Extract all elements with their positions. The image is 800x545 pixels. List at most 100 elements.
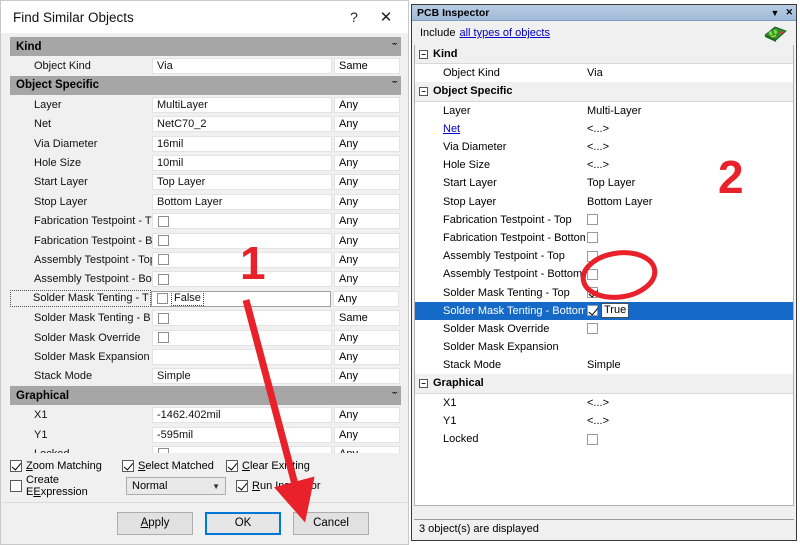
- property-value[interactable]: False: [151, 290, 331, 307]
- checkbox-glyph[interactable]: [587, 268, 598, 280]
- property-value[interactable]: Simple: [152, 368, 332, 385]
- inspector-property-row[interactable]: Layer Multi-Layer: [415, 101, 793, 120]
- match-mode-cell[interactable]: Any: [334, 445, 400, 453]
- property-value[interactable]: 16mil: [152, 135, 332, 152]
- inspector-property-row[interactable]: Y1 <...>: [415, 411, 793, 430]
- checkbox-glyph[interactable]: [158, 332, 169, 344]
- inspector-property-row[interactable]: Stop Layer Bottom Layer: [415, 192, 793, 211]
- checkbox-glyph[interactable]: [587, 433, 598, 445]
- include-filter-link[interactable]: all types of objects: [459, 27, 550, 39]
- property-row[interactable]: Solder Mask Tenting - B Same: [10, 308, 401, 327]
- inspector-property-row[interactable]: Object Kind Via: [415, 64, 793, 83]
- property-row[interactable]: Solder Mask Override Any: [10, 328, 401, 347]
- match-mode-cell[interactable]: Any: [334, 135, 400, 152]
- collapse-chevron-icon[interactable]: ˇˇ: [392, 42, 397, 52]
- property-row[interactable]: Layer MultiLayer Any: [10, 95, 401, 114]
- property-row[interactable]: Stop Layer Bottom Layer Any: [10, 192, 401, 211]
- inspector-property-value[interactable]: Bottom Layer: [585, 196, 793, 208]
- property-value[interactable]: Top Layer: [152, 174, 332, 191]
- expand-collapse-icon[interactable]: −: [419, 378, 428, 388]
- property-row[interactable]: X1 -1462.402mil Any: [10, 405, 401, 424]
- inspector-group-header[interactable]: − Kind: [415, 45, 793, 65]
- inspector-property-value[interactable]: [585, 214, 793, 226]
- inspector-property-value[interactable]: <...>: [585, 397, 793, 409]
- checkbox-glyph[interactable]: [587, 287, 598, 299]
- property-row[interactable]: Solder Mask Tenting - T False Any: [10, 289, 401, 308]
- inspector-property-row[interactable]: Fabrication Testpoint - Top: [415, 210, 793, 229]
- property-value[interactable]: [152, 348, 332, 365]
- checkbox-glyph[interactable]: [158, 215, 169, 227]
- match-mode-cell[interactable]: Any: [334, 407, 400, 424]
- run-inspector-checkbox[interactable]: Run Inspector: [236, 480, 321, 492]
- match-mode-cell[interactable]: Any: [334, 96, 400, 113]
- inspector-property-value[interactable]: [585, 433, 793, 445]
- expand-collapse-icon[interactable]: −: [419, 86, 428, 96]
- net-link[interactable]: Net: [443, 123, 460, 135]
- inline-edit-value[interactable]: True: [600, 303, 630, 319]
- checkbox-glyph[interactable]: [587, 250, 598, 262]
- create-expression-checkbox[interactable]: Create EExpression: [10, 474, 122, 498]
- inspector-group-header[interactable]: − Graphical: [415, 374, 793, 394]
- property-value[interactable]: MultiLayer: [152, 96, 332, 113]
- checkbox-glyph[interactable]: [158, 448, 169, 453]
- match-mode-cell[interactable]: Any: [333, 290, 399, 307]
- cancel-button[interactable]: Cancel: [293, 511, 369, 535]
- property-value[interactable]: [152, 445, 332, 453]
- inspector-group-header[interactable]: − Object Specific: [415, 82, 793, 102]
- inspector-property-value[interactable]: <...>: [585, 415, 793, 427]
- apply-button[interactable]: Apply: [117, 511, 193, 535]
- select-matched-checkbox[interactable]: Select Matched: [122, 460, 226, 472]
- close-icon[interactable]: ✕: [785, 7, 793, 18]
- zoom-matching-checkbox[interactable]: Zoom Matching: [10, 460, 122, 472]
- property-value[interactable]: [152, 232, 332, 249]
- inspector-property-row[interactable]: Assembly Testpoint - Top: [415, 247, 793, 266]
- inspector-property-value[interactable]: Simple: [585, 359, 793, 371]
- inspector-property-value[interactable]: [585, 232, 793, 244]
- inspector-property-value[interactable]: Multi-Layer: [585, 105, 793, 117]
- property-label-link[interactable]: Net: [415, 123, 585, 135]
- property-value[interactable]: [152, 329, 332, 346]
- property-row[interactable]: Stack Mode Simple Any: [10, 367, 401, 386]
- checkbox-glyph[interactable]: [158, 312, 169, 324]
- inspector-property-value[interactable]: [585, 287, 793, 299]
- inspector-property-value[interactable]: Top Layer: [585, 177, 793, 189]
- collapse-chevron-icon[interactable]: ˇˇ: [392, 391, 397, 401]
- group-header[interactable]: Kind ˇˇ: [10, 37, 401, 57]
- property-value[interactable]: 10mil: [152, 155, 332, 172]
- property-value[interactable]: [152, 271, 332, 288]
- inspector-property-row[interactable]: Solder Mask Tenting - Bottom True: [415, 301, 793, 320]
- inspector-property-value[interactable]: [585, 323, 793, 335]
- property-row[interactable]: Hole Size 10mil Any: [10, 153, 401, 172]
- inspector-property-value[interactable]: <...>: [585, 123, 793, 135]
- inspector-property-row[interactable]: Stack Mode Simple: [415, 356, 793, 375]
- checkbox-glyph[interactable]: [158, 235, 169, 247]
- checkbox-glyph[interactable]: [587, 305, 598, 317]
- group-header[interactable]: Object Specific ˇˇ: [10, 75, 401, 96]
- property-value[interactable]: NetC70_2: [152, 116, 332, 133]
- collapse-chevron-icon[interactable]: ˇˇ: [392, 80, 397, 90]
- inspector-property-row[interactable]: X1 <...>: [415, 393, 793, 412]
- inspector-property-row[interactable]: Hole Size <...>: [415, 156, 793, 175]
- inline-edit-value[interactable]: False: [171, 291, 204, 306]
- ok-button[interactable]: OK: [205, 511, 281, 535]
- property-row[interactable]: Start Layer Top Layer Any: [10, 173, 401, 192]
- property-row[interactable]: Fabrication Testpoint - T Any: [10, 212, 401, 231]
- match-mode-cell[interactable]: Any: [334, 213, 400, 230]
- match-mode-cell[interactable]: Any: [334, 232, 400, 249]
- match-mode-cell[interactable]: Any: [334, 348, 400, 365]
- property-row[interactable]: Net NetC70_2 Any: [10, 115, 401, 134]
- match-mode-cell[interactable]: Any: [334, 426, 400, 443]
- match-mode-cell[interactable]: Any: [334, 329, 400, 346]
- property-row[interactable]: Assembly Testpoint - Bot Any: [10, 270, 401, 289]
- property-row[interactable]: Assembly Testpoint - Top Any: [10, 250, 401, 269]
- clear-existing-checkbox[interactable]: Clear Existing: [226, 460, 310, 472]
- property-value[interactable]: Via: [152, 58, 332, 75]
- property-row[interactable]: Locked Any: [10, 444, 401, 453]
- expand-collapse-icon[interactable]: −: [419, 49, 428, 59]
- close-icon[interactable]: ✕: [370, 3, 402, 31]
- inspector-property-row[interactable]: Solder Mask Tenting - Top: [415, 283, 793, 302]
- match-mode-cell[interactable]: Any: [334, 155, 400, 172]
- help-icon[interactable]: ?: [338, 3, 370, 31]
- inspector-property-row[interactable]: Assembly Testpoint - Bottom: [415, 265, 793, 284]
- inspector-property-row[interactable]: Solder Mask Expansion: [415, 338, 793, 357]
